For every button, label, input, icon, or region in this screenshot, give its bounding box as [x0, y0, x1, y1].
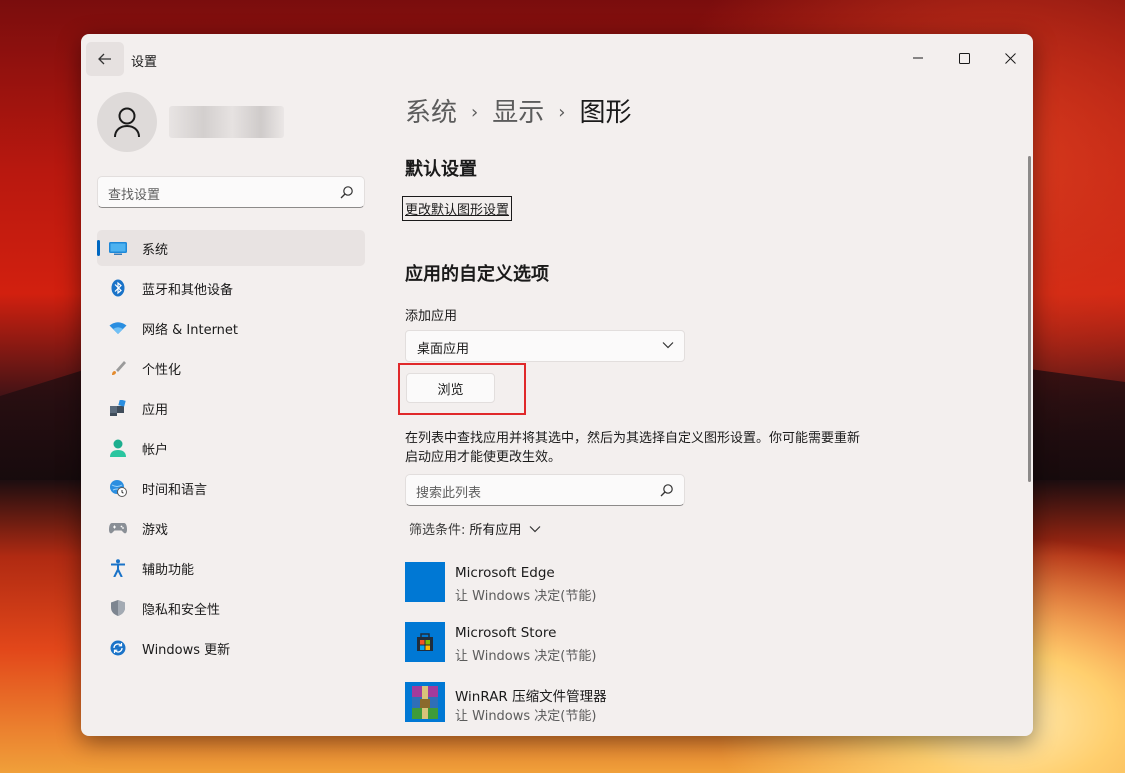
list-item-winrar[interactable]: WinRAR 压缩文件管理器 让 Windows 决定(节能) [405, 682, 1005, 736]
bluetooth-icon [108, 278, 128, 298]
account-icon [108, 438, 128, 458]
app-name: Microsoft Store [455, 625, 557, 641]
person-icon [114, 107, 140, 138]
edge-icon [405, 562, 445, 602]
sidebar-item-label: 时间和语言 [142, 482, 208, 498]
sidebar-item-network[interactable]: 网络 & Internet [97, 310, 365, 346]
browse-button[interactable]: 浏览 [406, 373, 495, 403]
app-title: 设置 [131, 55, 158, 70]
sidebar-item-label: 应用 [142, 402, 169, 418]
breadcrumb-separator: › [558, 102, 566, 123]
breadcrumb-system[interactable]: 系统 [405, 98, 457, 128]
gamepad-icon [108, 518, 128, 538]
app-name: WinRAR 压缩文件管理器 [455, 689, 607, 705]
main-content: 系统 › 显示 › 图形 默认设置 更改默认图形设置 应用的自定义选项 添加应用 桌面应… [398, 34, 1015, 736]
change-default-graphics-link[interactable]: 更改默认图形设置 [402, 196, 513, 221]
sidebar-nav: 系统 蓝牙和其他设备 网络 & Internet 个性化 应用 帐户 时间和语言… [97, 230, 365, 670]
list-item-edge[interactable]: Microsoft Edge 让 Windows 决定(节能) [405, 562, 1005, 622]
sidebar-item-apps[interactable]: 应用 [97, 390, 365, 426]
sidebar-item-label: 蓝牙和其他设备 [142, 282, 234, 298]
add-app-label: 添加应用 [405, 309, 458, 324]
sidebar-item-label: 系统 [142, 242, 169, 258]
sidebar-item-personalization[interactable]: 个性化 [97, 350, 365, 386]
description-text: 在列表中查找应用并将其选中，然后为其选择自定义图形设置。你可能需要重新启动应用才… [405, 431, 861, 465]
dropdown-value: 桌面应用 [417, 342, 470, 357]
settings-window: 设置 谢谢 查找设置 系统 [81, 34, 1033, 736]
chevron-down-icon [662, 342, 674, 349]
app-graphics-preference: 让 Windows 决定(节能) [455, 649, 597, 664]
apps-icon [108, 398, 128, 418]
sidebar-item-accounts[interactable]: 帐户 [97, 430, 365, 466]
app-type-dropdown[interactable]: 桌面应用 [405, 330, 685, 362]
user-profile[interactable]: 谢谢 [97, 92, 377, 154]
app-graphics-preference: 让 Windows 决定(节能) [455, 709, 597, 724]
sidebar-item-time-language[interactable]: 时间和语言 [97, 470, 365, 506]
accessibility-icon [108, 558, 128, 578]
settings-search-input[interactable]: 查找设置 [97, 176, 365, 208]
sidebar-item-gaming[interactable]: 游戏 [97, 510, 365, 546]
sidebar-item-label: 网络 & Internet [142, 322, 239, 338]
search-icon [660, 484, 673, 497]
sidebar-item-bluetooth[interactable]: 蓝牙和其他设备 [97, 270, 365, 306]
sidebar-item-accessibility[interactable]: 辅助功能 [97, 550, 365, 586]
monitor-icon [108, 238, 128, 258]
filter-value: 所有应用 [469, 523, 522, 538]
breadcrumb-display[interactable]: 显示 [492, 98, 544, 128]
search-placeholder: 查找设置 [108, 188, 161, 203]
page-title: 图形 [579, 98, 632, 128]
custom-options-heading: 应用的自定义选项 [405, 264, 549, 285]
arrow-left-icon [98, 53, 111, 65]
filter-label: 筛选条件: [409, 523, 466, 538]
app-list: Microsoft Edge 让 Windows 决定(节能) Microsof… [405, 562, 1005, 736]
sidebar-item-label: 游戏 [142, 522, 169, 538]
list-item-store[interactable]: Microsoft Store 让 Windows 决定(节能) [405, 622, 1005, 682]
sidebar-item-system[interactable]: 系统 [97, 230, 365, 266]
sidebar-item-label: 隐私和安全性 [142, 602, 221, 618]
store-icon [405, 622, 445, 662]
sidebar-item-privacy[interactable]: 隐私和安全性 [97, 590, 365, 626]
app-name: Microsoft Edge [455, 565, 555, 581]
back-button[interactable] [86, 42, 124, 76]
list-search-input[interactable]: 搜索此列表 [405, 474, 685, 506]
globe-clock-icon [108, 478, 128, 498]
shield-icon [108, 598, 128, 618]
search-icon [340, 186, 353, 199]
sidebar-item-label: 个性化 [142, 362, 182, 378]
sidebar-item-windows-update[interactable]: Windows 更新 [97, 630, 365, 666]
default-settings-heading: 默认设置 [405, 159, 477, 180]
scrollbar[interactable] [1028, 156, 1031, 482]
breadcrumb: 系统 › 显示 › 图形 [405, 92, 631, 129]
filter-dropdown[interactable]: 筛选条件: 所有应用 [409, 519, 541, 538]
breadcrumb-separator: › [471, 102, 479, 123]
winrar-icon [405, 682, 445, 722]
sidebar-item-label: 帐户 [142, 442, 169, 458]
user-name-blurred: 谢谢 [169, 106, 284, 138]
brush-icon [108, 358, 128, 378]
sidebar-item-label: Windows 更新 [142, 642, 231, 658]
sidebar-item-label: 辅助功能 [142, 562, 195, 578]
wifi-icon [108, 318, 128, 338]
update-icon [108, 638, 128, 658]
avatar [97, 92, 157, 152]
chevron-down-icon [529, 525, 541, 532]
list-search-placeholder: 搜索此列表 [416, 486, 482, 501]
app-graphics-preference: 让 Windows 决定(节能) [455, 589, 597, 604]
